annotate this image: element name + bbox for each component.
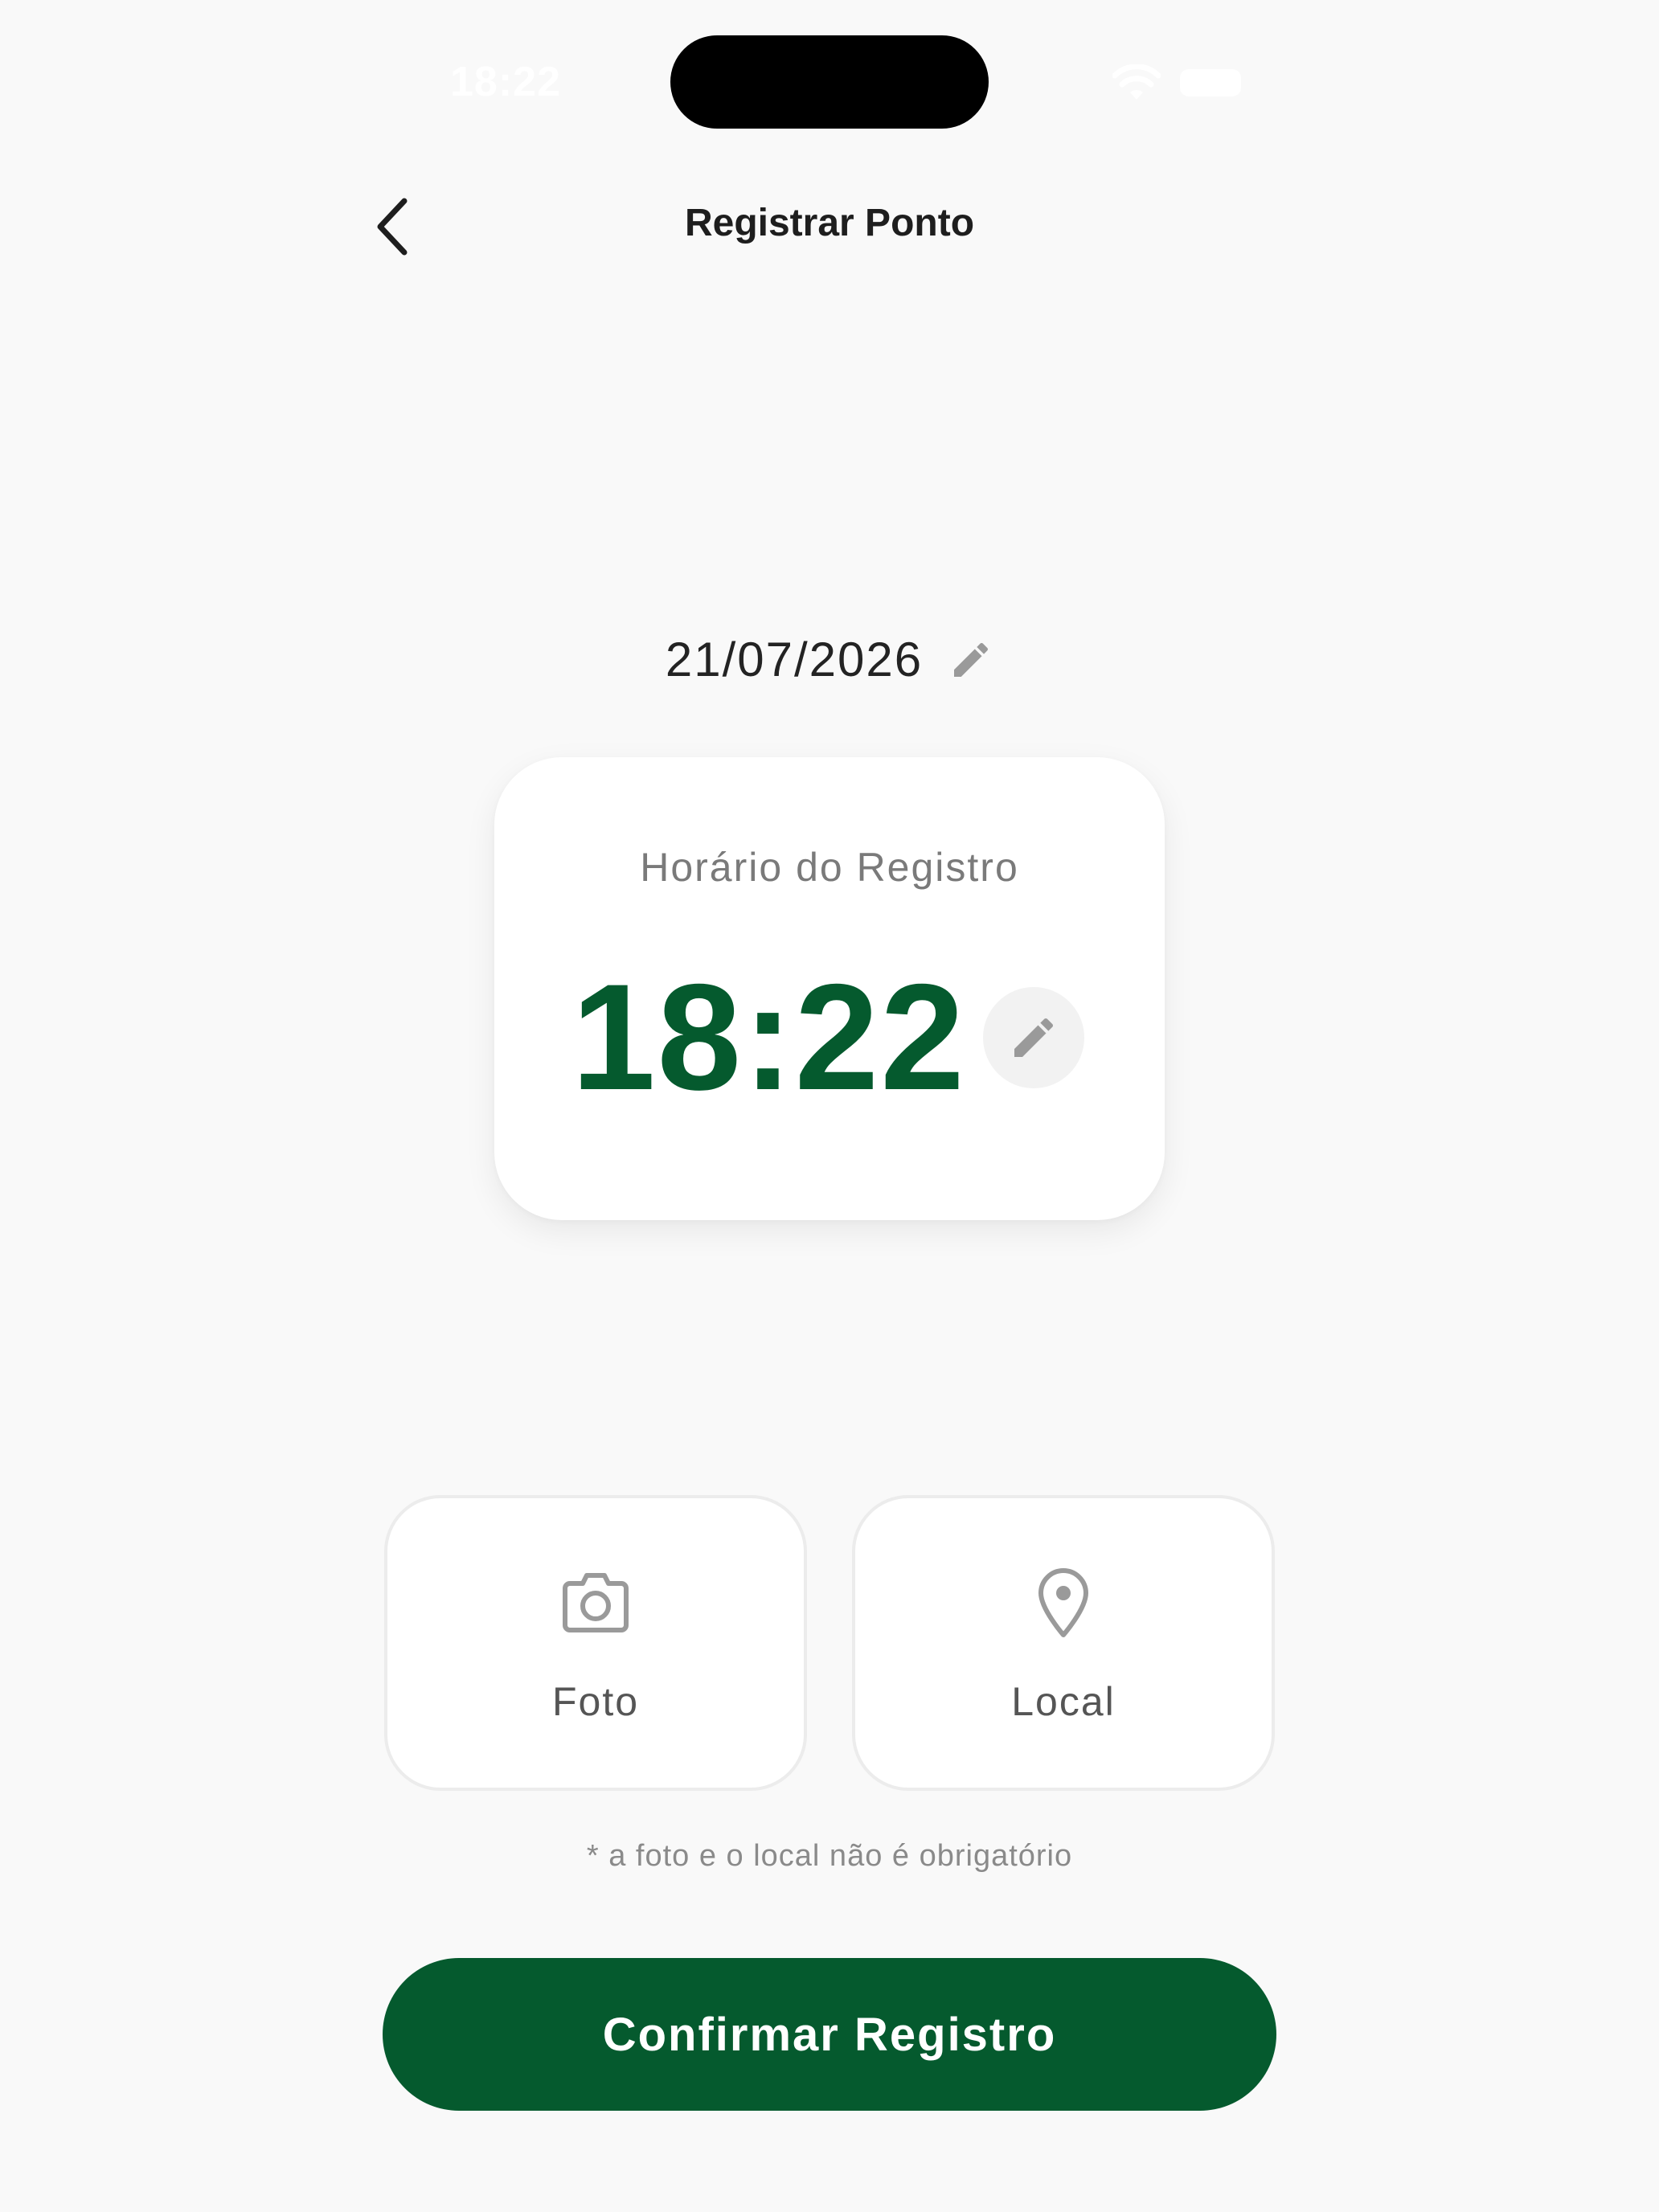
- camera-icon: [563, 1573, 629, 1632]
- time-card: Horário do Registro 18:22: [494, 757, 1165, 1220]
- location-option-card[interactable]: Local: [852, 1495, 1275, 1791]
- page-title: Registrar Ponto: [684, 202, 975, 244]
- pencil-icon: [1014, 1018, 1054, 1057]
- date-row: 21/07/2026: [0, 632, 1659, 687]
- edit-time-button[interactable]: [983, 987, 1084, 1088]
- time-value: 18:22: [571, 952, 966, 1121]
- status-bar-time: 18:22: [450, 59, 561, 105]
- dynamic-island: [670, 35, 989, 129]
- location-option-label: Local: [1011, 1679, 1116, 1724]
- confirm-registration-button[interactable]: Confirmar Registro: [383, 1958, 1276, 2111]
- optional-hint: * a foto e o local não é obrigatório: [586, 1839, 1073, 1873]
- status-icons: [1112, 63, 1241, 103]
- register-time-screen: 18:22 Registrar Ponto 21/07/2026 Horário…: [0, 0, 1659, 2212]
- battery-icon: [1180, 69, 1241, 96]
- time-card-label: Horário do Registro: [640, 845, 1019, 890]
- pencil-icon[interactable]: [948, 637, 993, 682]
- wifi-icon: [1112, 64, 1161, 100]
- photo-option-label: Foto: [551, 1679, 640, 1724]
- date-value[interactable]: 21/07/2026: [666, 632, 923, 687]
- map-pin-icon: [1038, 1568, 1088, 1637]
- photo-option-card[interactable]: Foto: [384, 1495, 807, 1791]
